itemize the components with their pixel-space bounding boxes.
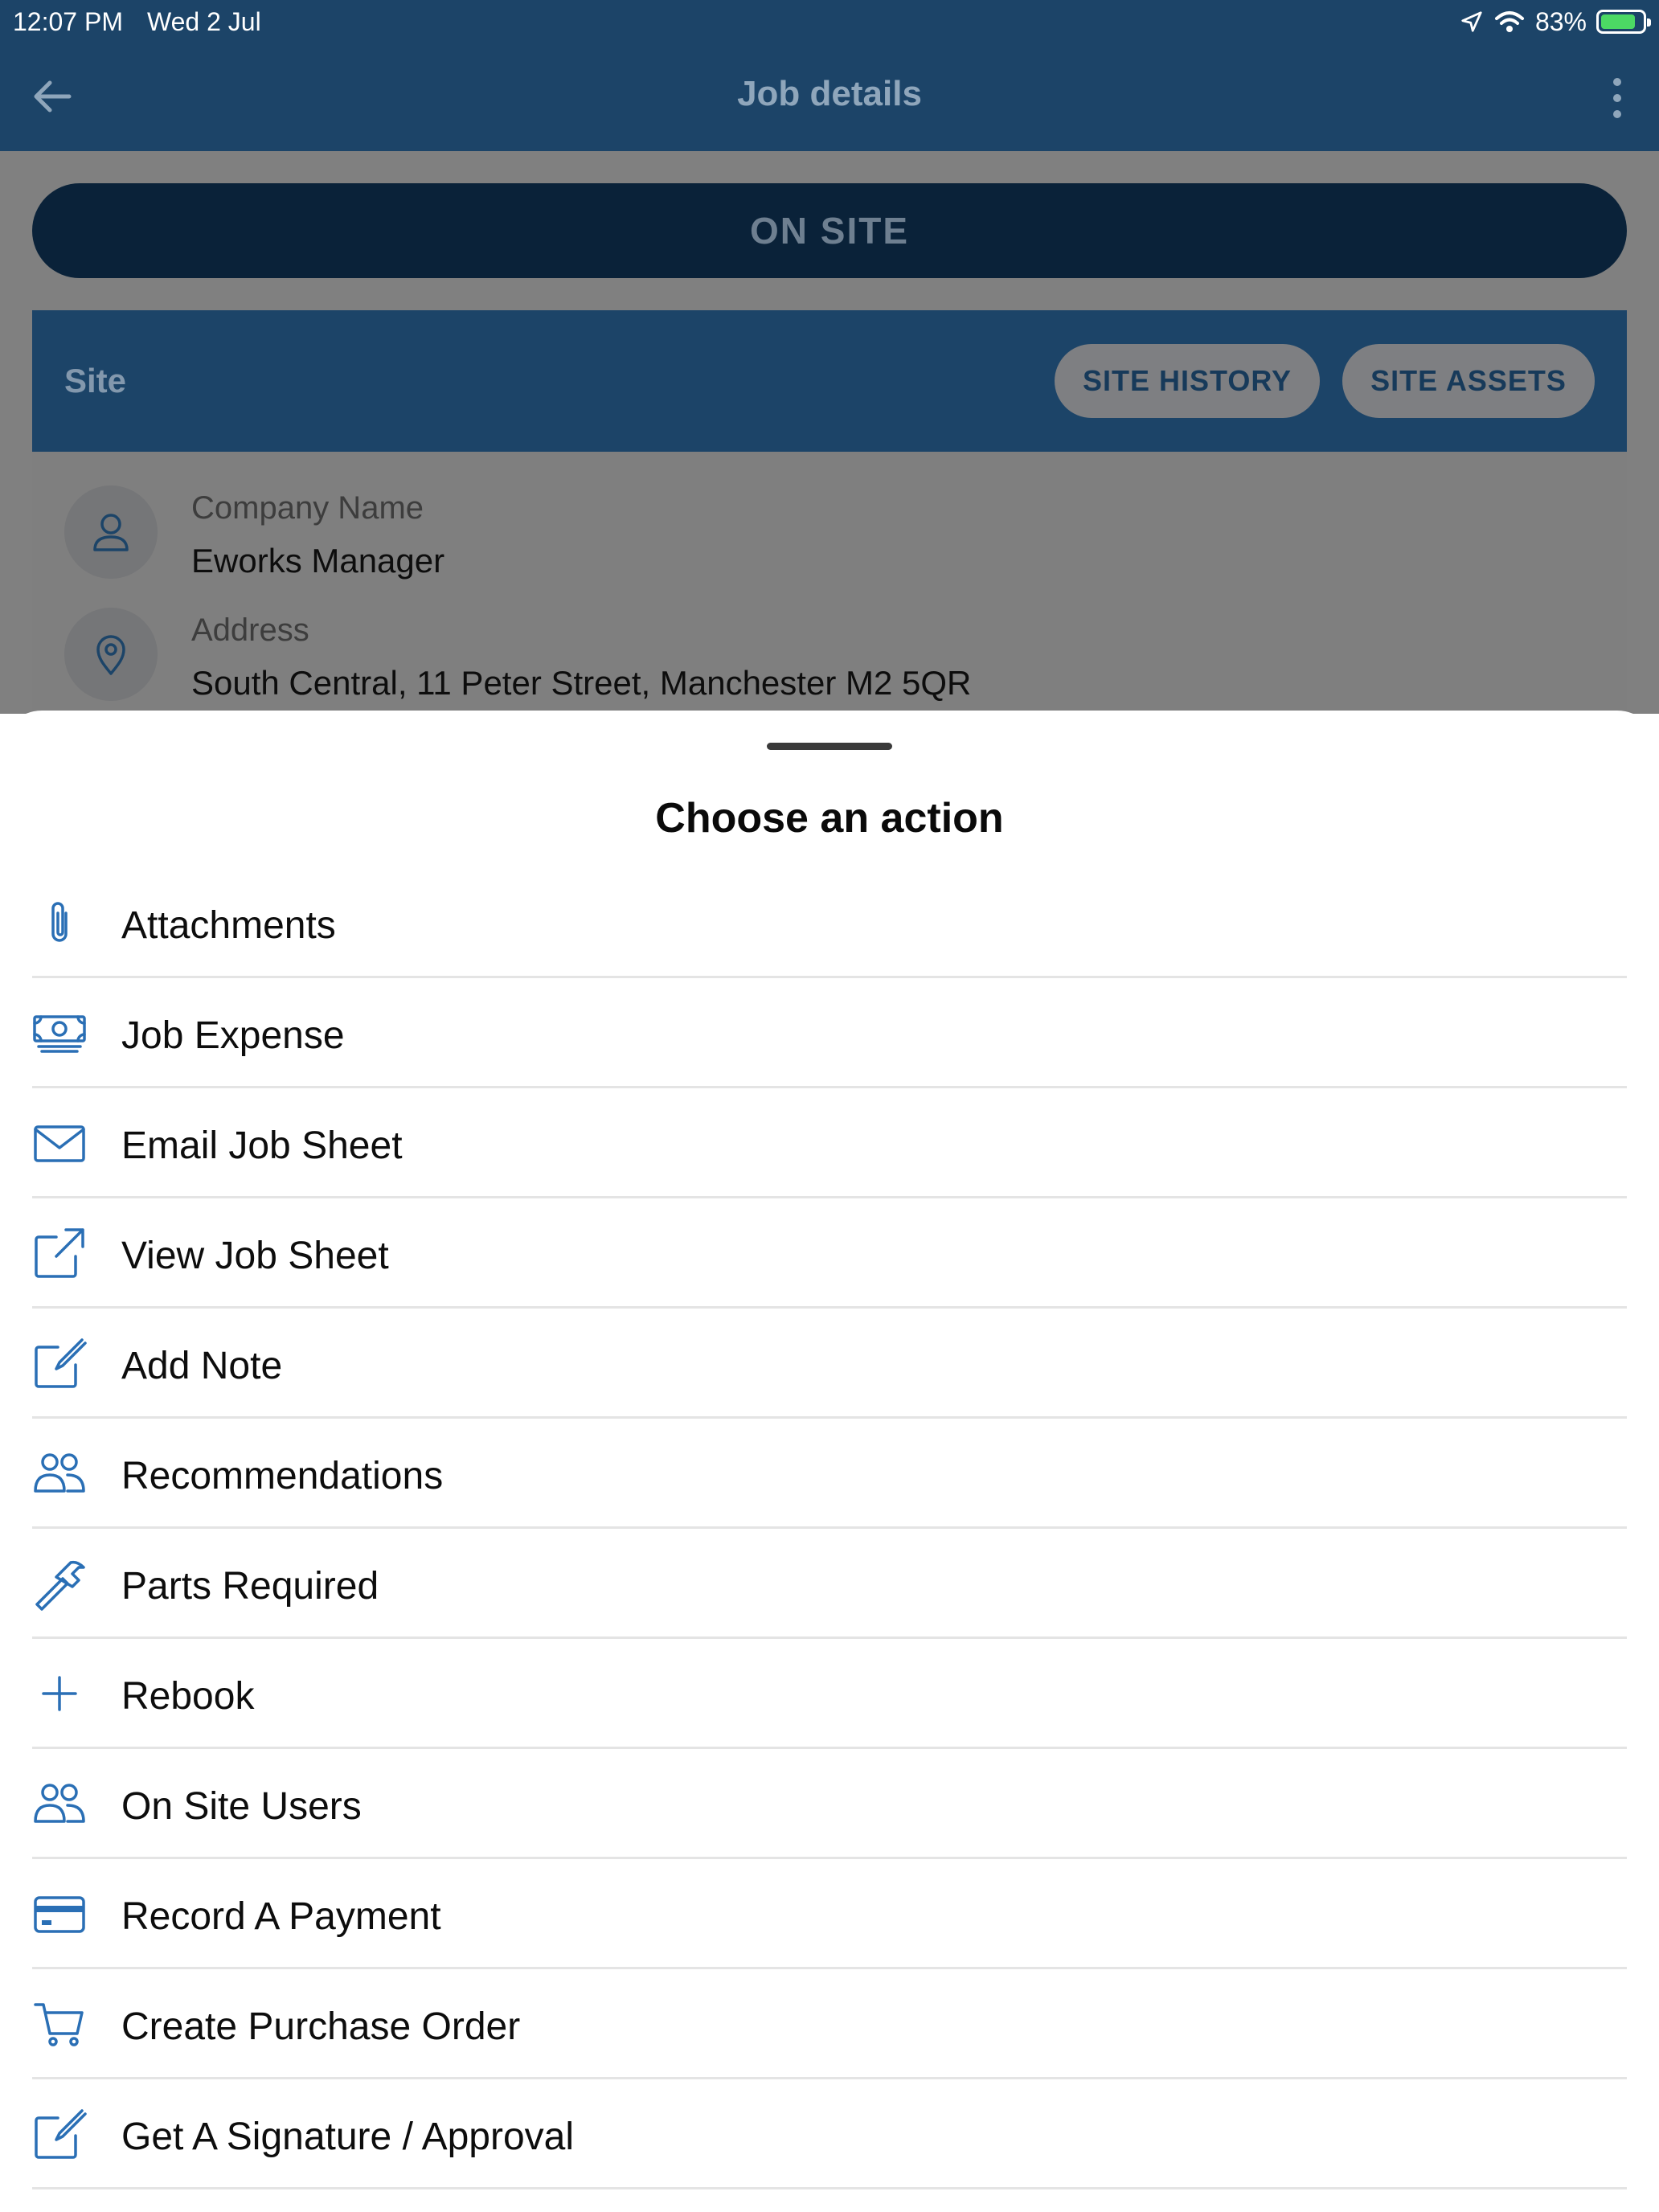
action-attachments[interactable]: Attachments (32, 868, 1627, 978)
plus-icon (32, 1666, 87, 1721)
location-arrow-icon (1461, 11, 1482, 32)
hammer-icon (32, 1556, 87, 1611)
cart-icon (32, 1997, 87, 2051)
more-vertical-icon[interactable] (1608, 76, 1627, 121)
app-bar: Job details (0, 43, 1659, 151)
site-card-title: Site (64, 362, 127, 399)
action-label: Record A Payment (121, 1895, 441, 1938)
action-email-job-sheet[interactable]: Email Job Sheet (32, 1088, 1627, 1198)
wifi-icon (1494, 11, 1524, 32)
external-link-icon (32, 1226, 87, 1280)
address-value: South Central, 11 Peter Street, Manchest… (191, 664, 972, 702)
location-pin-icon (64, 608, 158, 701)
action-recommendations[interactable]: Recommendations (32, 1419, 1627, 1529)
action-parts-required[interactable]: Parts Required (32, 1529, 1627, 1639)
status-time: 12:07 PM (13, 6, 123, 36)
users-icon (32, 1446, 87, 1501)
sheet-title: Choose an action (655, 795, 1004, 842)
status-bar: 12:07 PM Wed 2 Jul 83% (0, 0, 1659, 43)
site-card: Site SITE HISTORY SITE ASSETS Company Na… (32, 310, 1627, 728)
action-sheet: Choose an action Attachments Job Expense… (0, 711, 1659, 2212)
site-history-button[interactable]: SITE HISTORY (1055, 344, 1320, 418)
action-label: Email Job Sheet (121, 1124, 403, 1167)
action-record-payment[interactable]: Record A Payment (32, 1859, 1627, 1969)
status-date: Wed 2 Jul (146, 6, 261, 36)
users-icon (32, 1776, 87, 1831)
edit-note-icon (32, 2107, 87, 2161)
page-title: Job details (737, 74, 922, 113)
company-value: Eworks Manager (191, 542, 445, 580)
action-label: Parts Required (121, 1565, 379, 1608)
screen: 12:07 PM Wed 2 Jul 83% Job details ON SI… (0, 0, 1659, 2212)
action-get-signature[interactable]: Get A Signature / Approval (32, 2079, 1627, 2189)
action-add-note[interactable]: Add Note (32, 1309, 1627, 1419)
credit-card-icon (32, 1886, 87, 1941)
cash-icon (32, 1006, 87, 1060)
action-label: On Site Users (121, 1785, 362, 1828)
battery-icon (1596, 10, 1651, 34)
action-job-expense[interactable]: Job Expense (32, 978, 1627, 1088)
action-list: Attachments Job Expense Email Job Sheet … (32, 868, 1627, 2189)
action-create-purchase-order[interactable]: Create Purchase Order (32, 1969, 1627, 2079)
site-card-header: Site SITE HISTORY SITE ASSETS (32, 310, 1627, 452)
battery-percent: 83% (1534, 6, 1587, 36)
edit-note-icon (32, 1336, 87, 1391)
drag-handle[interactable] (767, 743, 892, 750)
action-label: Rebook (121, 1675, 255, 1718)
action-label: Recommendations (121, 1455, 444, 1497)
company-label: Company Name (191, 490, 424, 526)
paperclip-icon (32, 895, 87, 950)
on-site-button[interactable]: ON SITE (32, 183, 1627, 278)
envelope-icon (32, 1116, 87, 1170)
action-label: View Job Sheet (121, 1235, 389, 1277)
address-label: Address (191, 612, 309, 648)
action-label: Job Expense (121, 1014, 345, 1057)
site-assets-button[interactable]: SITE ASSETS (1342, 344, 1595, 418)
action-label: Add Note (121, 1345, 283, 1387)
action-view-job-sheet[interactable]: View Job Sheet (32, 1198, 1627, 1309)
action-rebook[interactable]: Rebook (32, 1639, 1627, 1749)
action-label: Attachments (121, 904, 336, 947)
action-on-site-users[interactable]: On Site Users (32, 1749, 1627, 1859)
action-label: Get A Signature / Approval (121, 2116, 575, 2158)
person-icon (64, 485, 158, 579)
action-label: Create Purchase Order (121, 2005, 521, 2048)
